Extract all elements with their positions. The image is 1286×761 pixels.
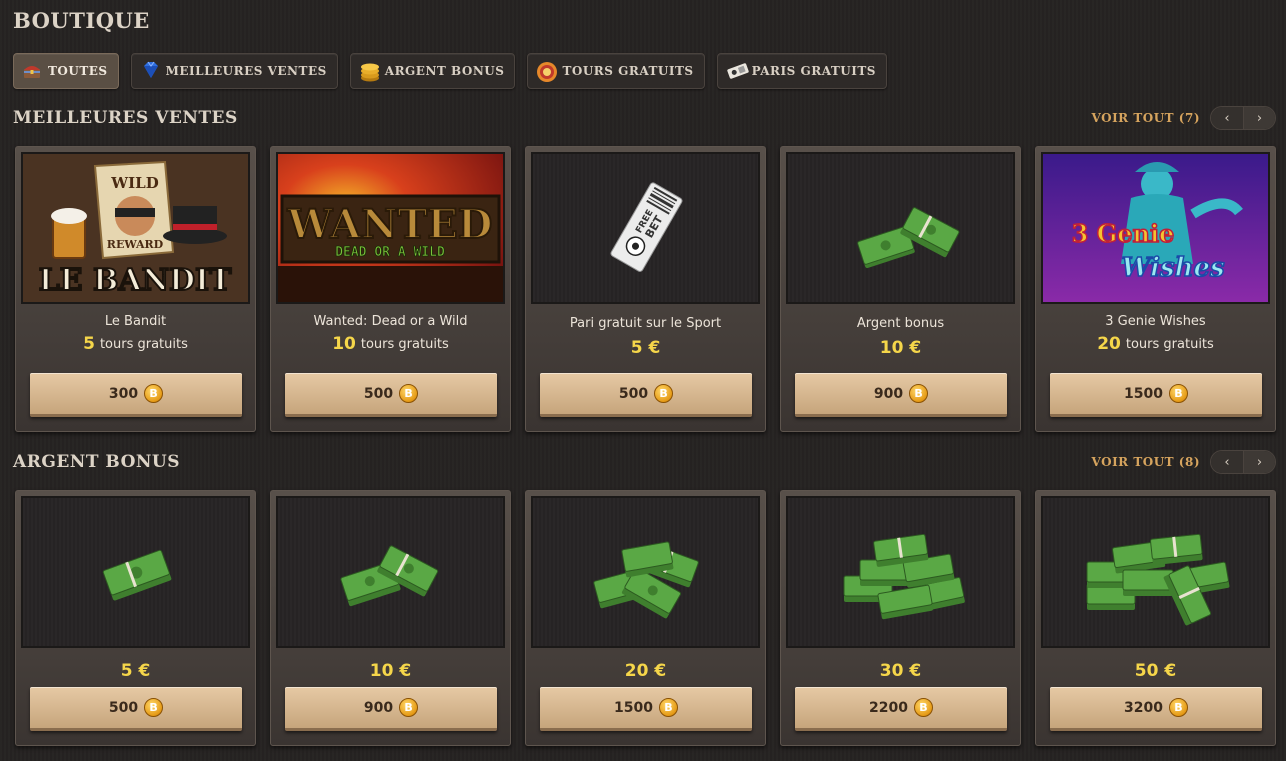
bestsellers-row: WILD REWARD LE BANDIT Le Bandit 5 tours g… bbox=[15, 146, 1276, 432]
buy-button[interactable]: 500 B bbox=[285, 373, 497, 417]
product-name: Le Bandit bbox=[104, 314, 167, 329]
product-reward: 5 tours gratuits bbox=[83, 334, 188, 354]
filter-toutes[interactable]: TOUTES bbox=[13, 53, 119, 89]
product-card[interactable]: WILD REWARD LE BANDIT Le Bandit 5 tours g… bbox=[15, 146, 256, 432]
product-reward: 10 € bbox=[369, 661, 412, 681]
bonus-header: ARGENT BONUS VOIR TOUT (8) ‹ › bbox=[13, 449, 1276, 475]
coin-icon: B bbox=[1168, 384, 1188, 403]
cash-stack-artwork bbox=[1041, 496, 1270, 648]
product-reward: 20 € bbox=[624, 661, 667, 681]
product-name: Wanted: Dead or a Wild bbox=[313, 314, 468, 329]
product-reward: 5 € bbox=[630, 338, 661, 358]
ticket-icon bbox=[726, 61, 749, 81]
bandit-wild-text: WILD bbox=[110, 174, 158, 192]
coin-icon: B bbox=[144, 698, 164, 717]
genie-title-2: Wishes bbox=[1121, 253, 1225, 283]
bandit-reward-text: REWARD bbox=[107, 238, 164, 251]
coin-icon: B bbox=[913, 698, 933, 717]
free-bet-ticket-artwork: FREE BET bbox=[531, 152, 760, 304]
coin-icon: B bbox=[654, 384, 674, 403]
product-card[interactable]: 10 € 900 B bbox=[270, 490, 511, 746]
buy-button[interactable]: 2200 B bbox=[795, 687, 1007, 731]
section-title: ARGENT BONUS bbox=[13, 452, 181, 472]
wanted-artwork: WANTED DEAD OR A WILD bbox=[276, 152, 505, 304]
coin-icon: B bbox=[658, 698, 678, 717]
category-filters: TOUTES MEILLEURES VENTES ARGENT BONUS TO… bbox=[13, 53, 887, 89]
buy-button[interactable]: 500 B bbox=[30, 687, 242, 731]
wanted-sub-text: DEAD OR A WILD bbox=[335, 245, 445, 260]
page-title: BOUTIQUE bbox=[13, 8, 150, 33]
see-all-link[interactable]: VOIR TOUT (8) bbox=[1092, 455, 1200, 469]
genie-artwork: 3 Genie Wishes bbox=[1041, 152, 1270, 304]
product-card[interactable]: 20 € 1500 B bbox=[525, 490, 766, 746]
product-reward: 10 tours gratuits bbox=[332, 334, 449, 354]
bonus-row: 5 € 500 B 10 € 900 B 20 € 1500 B 30 € 22… bbox=[15, 490, 1276, 746]
cash-stack-artwork bbox=[21, 496, 250, 648]
coin-icon: B bbox=[909, 384, 929, 403]
coin-stack-icon bbox=[359, 61, 379, 82]
filter-meilleures-ventes[interactable]: MEILLEURES VENTES bbox=[130, 53, 338, 89]
next-button[interactable]: › bbox=[1243, 107, 1275, 129]
filter-paris-gratuits[interactable]: PARIS GRATUITS bbox=[716, 53, 887, 89]
buy-button[interactable]: 900 B bbox=[795, 373, 1007, 417]
treasure-chest-icon bbox=[22, 61, 42, 81]
cash-stack-artwork bbox=[786, 496, 1015, 648]
carousel-pager: ‹ › bbox=[1210, 106, 1276, 130]
cash-stack-artwork bbox=[276, 496, 505, 648]
product-reward: 20 tours gratuits bbox=[1097, 334, 1214, 354]
product-name: 3 Genie Wishes bbox=[1105, 314, 1206, 329]
buy-button[interactable]: 900 B bbox=[285, 687, 497, 731]
cash-stack-artwork bbox=[531, 496, 760, 648]
product-card[interactable]: 5 € 500 B bbox=[15, 490, 256, 746]
product-card[interactable]: 50 € 3200 B bbox=[1035, 490, 1276, 746]
buy-button[interactable]: 500 B bbox=[540, 373, 752, 417]
buy-button[interactable]: 1500 B bbox=[1050, 373, 1262, 417]
bandit-logo-text: LE BANDIT bbox=[39, 263, 233, 298]
product-reward: 5 € bbox=[120, 661, 151, 681]
le-bandit-artwork: WILD REWARD LE BANDIT bbox=[21, 152, 250, 304]
see-all-link[interactable]: VOIR TOUT (7) bbox=[1092, 111, 1200, 125]
product-name: Pari gratuit sur le Sport bbox=[569, 316, 722, 331]
section-title: MEILLEURES VENTES bbox=[13, 108, 238, 128]
coin-icon: B bbox=[399, 698, 419, 717]
coin-icon: B bbox=[1168, 698, 1188, 717]
product-card[interactable]: WANTED DEAD OR A WILD Wanted: Dead or a … bbox=[270, 146, 511, 432]
buy-button[interactable]: 300 B bbox=[30, 373, 242, 417]
carousel-pager: ‹ › bbox=[1210, 450, 1276, 474]
product-reward: 30 € bbox=[879, 661, 922, 681]
buy-button[interactable]: 1500 B bbox=[540, 687, 752, 731]
product-card[interactable]: Argent bonus 10 € 900 B bbox=[780, 146, 1021, 432]
bestsellers-header: MEILLEURES VENTES VOIR TOUT (7) ‹ › bbox=[13, 105, 1276, 131]
product-reward: 10 € bbox=[879, 338, 922, 358]
product-card[interactable]: 3 Genie Wishes 3 Genie Wishes 20 tours gr… bbox=[1035, 146, 1276, 432]
genie-title-1: 3 Genie bbox=[1072, 219, 1175, 248]
wanted-title-text: WANTED bbox=[287, 201, 493, 248]
filter-tours-gratuits[interactable]: TOURS GRATUITS bbox=[527, 53, 705, 89]
spin-icon bbox=[536, 61, 558, 82]
next-button[interactable]: › bbox=[1243, 451, 1275, 473]
coin-icon: B bbox=[399, 384, 419, 403]
product-name: Argent bonus bbox=[856, 316, 945, 331]
cash-stack-artwork bbox=[786, 152, 1015, 304]
product-card[interactable]: 30 € 2200 B bbox=[780, 490, 1021, 746]
product-card[interactable]: FREE BET Pari gratuit sur le Sport 5 € 5… bbox=[525, 146, 766, 432]
buy-button[interactable]: 3200 B bbox=[1050, 687, 1262, 731]
product-reward: 50 € bbox=[1134, 661, 1177, 681]
coin-icon: B bbox=[144, 384, 164, 403]
prev-button[interactable]: ‹ bbox=[1211, 107, 1243, 129]
prev-button[interactable]: ‹ bbox=[1211, 451, 1243, 473]
diamond-icon bbox=[140, 61, 160, 81]
filter-argent-bonus[interactable]: ARGENT BONUS bbox=[349, 53, 516, 89]
